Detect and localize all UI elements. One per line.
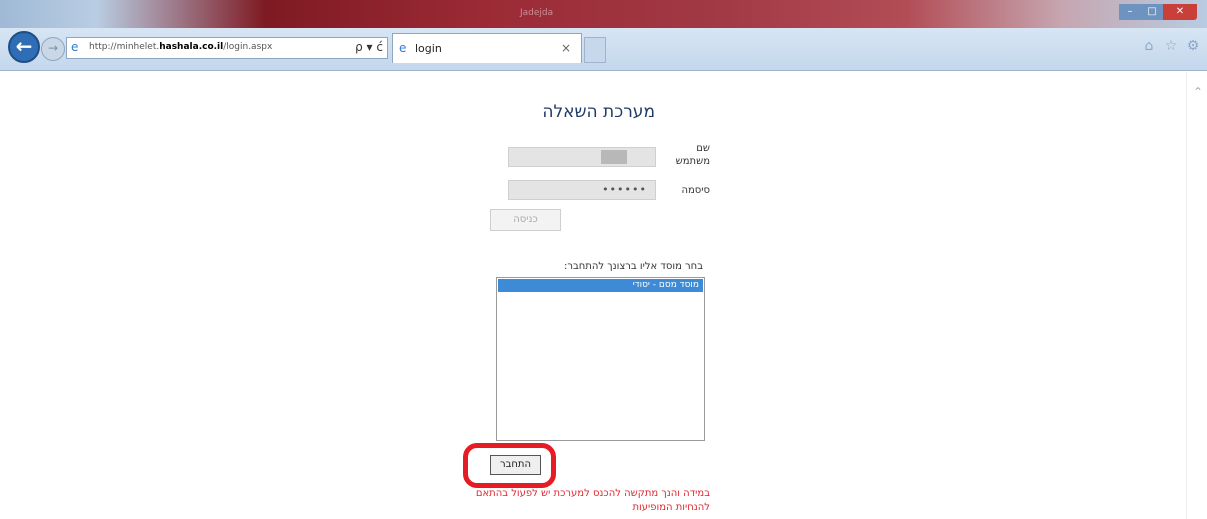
browser-navbar: ← → e http://minhelet.hashala.co.il/logi… [0,28,1207,71]
choose-institution-label: בחר מוסד אליו ברצונך להתחבר: [563,261,703,272]
username-field[interactable] [508,147,656,167]
password-label: סיסמה [681,185,710,196]
warning-text: במידה והנך מתקשה להכנס למערכת יש לפעול ב… [475,488,710,513]
search-refresh-icon[interactable]: ρ ▾ ć [355,40,383,54]
close-window-button[interactable]: ✕ [1163,4,1197,20]
tab-login[interactable]: e login × [392,33,582,63]
ie-tab-icon: e [399,41,407,55]
window-titlebar: Jadejda – □ ✕ [0,0,1207,28]
tab-title: login [415,42,442,55]
favorites-star-icon[interactable]: ☆ [1163,38,1179,54]
redacted-username [601,150,627,164]
page-scrollbar[interactable] [1186,72,1207,519]
gear-icon[interactable]: ⚙ [1185,38,1201,54]
connect-button[interactable]: התחבר [490,455,541,475]
login-button[interactable]: כניסה [490,209,561,231]
address-bar[interactable]: e http://minhelet.hashala.co.il/login.as… [66,37,388,59]
window-title: Jadejda [520,8,554,18]
window-controls: – □ ✕ [1119,4,1197,20]
forward-button[interactable]: → [41,37,65,61]
password-dots: •••••• [602,183,647,196]
page-title: מערכת השאלה [542,102,655,122]
new-tab-button[interactable] [584,37,606,63]
institution-listbox[interactable]: מוסד מסם - יסודי [496,277,705,441]
ie-page-icon: e [71,40,79,54]
tab-close-icon[interactable]: × [561,41,571,55]
scroll-up-icon[interactable]: ⌃ [1193,85,1203,99]
username-label: שם משתמש [675,143,710,167]
home-icon[interactable]: ⌂ [1141,38,1157,54]
list-item[interactable]: מוסד מסם - יסודי [498,279,703,292]
minimize-button[interactable]: – [1119,4,1141,20]
password-field[interactable]: •••••• [508,180,656,200]
maximize-button[interactable]: □ [1141,4,1163,20]
back-button[interactable]: ← [8,31,40,63]
toolbar-icons: ⌂ ☆ ⚙ [1141,38,1201,54]
address-url[interactable]: http://minhelet.hashala.co.il/login.aspx [89,42,272,52]
